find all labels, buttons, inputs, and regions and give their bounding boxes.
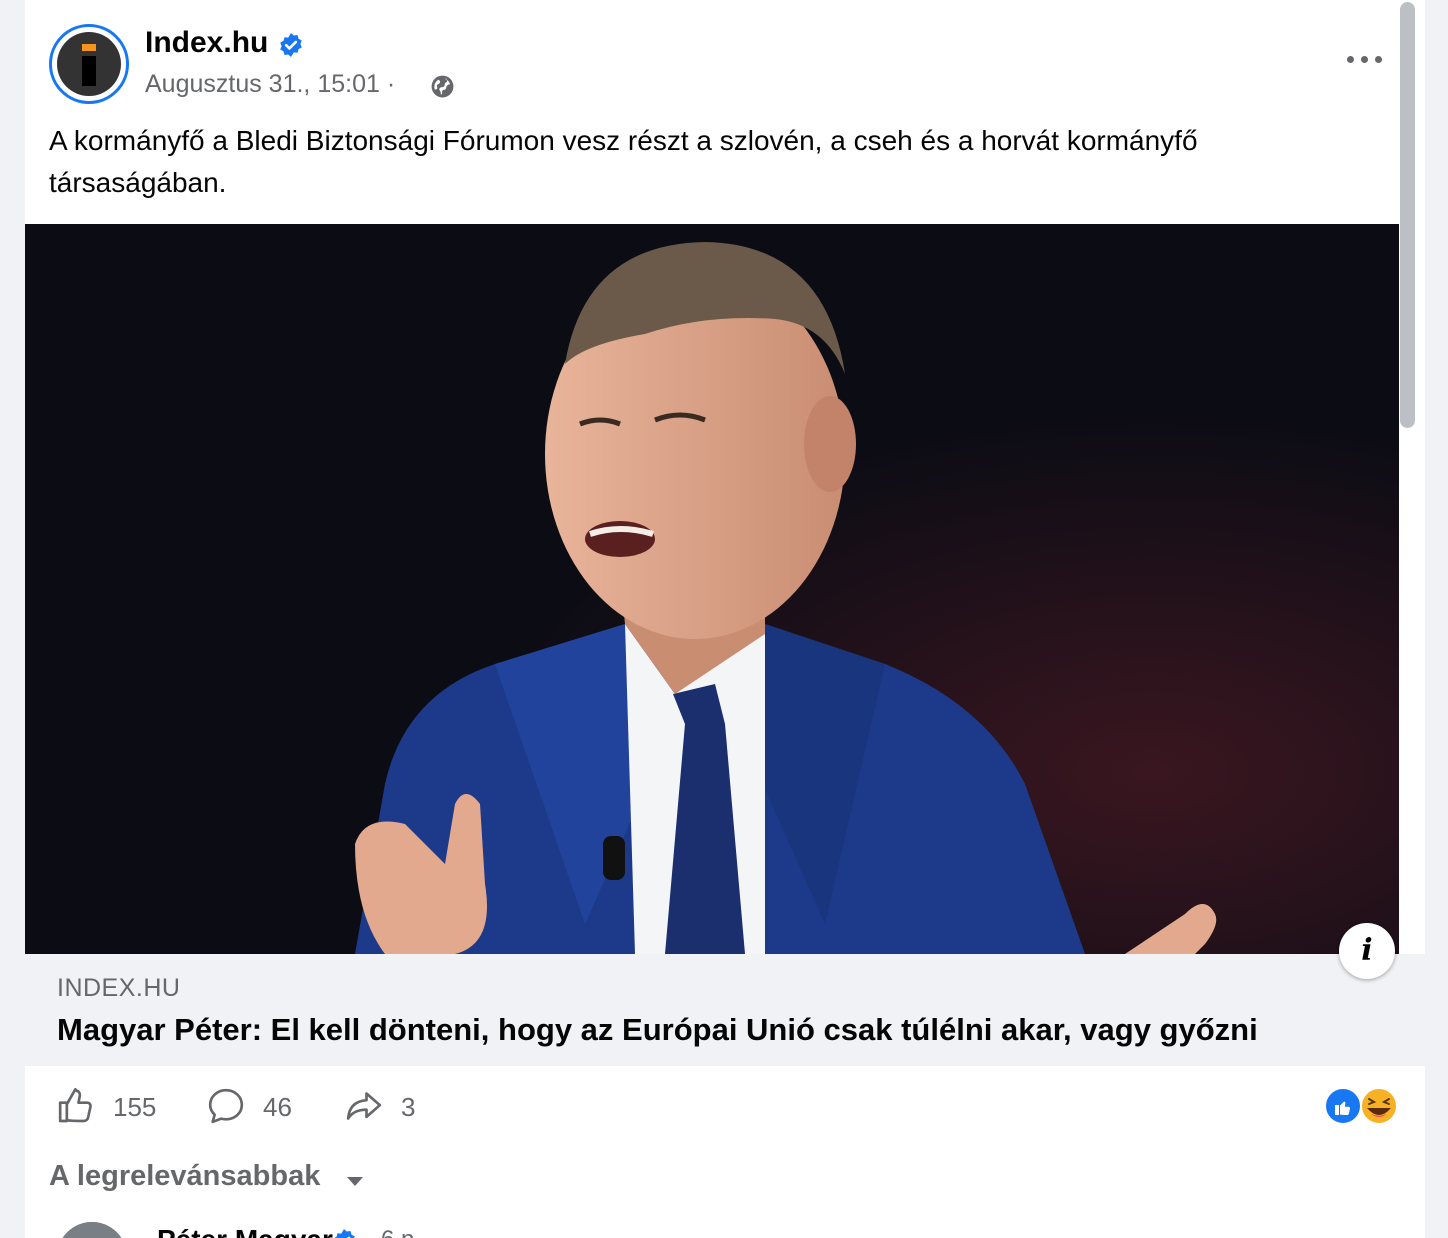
post-header: Index.hu Augusztus 31., 15:01 · xyxy=(25,0,1425,110)
share-count: 3 xyxy=(401,1092,416,1122)
index-logo-icon xyxy=(57,32,121,96)
photo-illustration xyxy=(25,224,1399,954)
commenter-avatar[interactable] xyxy=(57,1222,127,1238)
post-meta: Augusztus 31., 15:01 · xyxy=(145,70,395,99)
verified-badge-icon xyxy=(334,1229,355,1238)
like-count: 155 xyxy=(113,1092,157,1122)
link-title[interactable]: Magyar Péter: El kell dönteni, hogy az E… xyxy=(57,1012,1258,1048)
reaction-summary[interactable] xyxy=(1323,1086,1401,1126)
comment-count: 46 xyxy=(263,1092,292,1122)
comment-sort-dropdown[interactable]: A legrelevánsabbak xyxy=(49,1160,320,1193)
comment-icon xyxy=(208,1088,244,1124)
comment-time[interactable]: 6 n xyxy=(381,1226,414,1238)
comment-button[interactable]: 46 xyxy=(205,1086,315,1126)
verified-badge-icon xyxy=(280,33,302,57)
post-actions: 155 46 3 xyxy=(25,1066,1425,1156)
comment-author[interactable]: Péter Magyar xyxy=(157,1224,333,1238)
link-domain: INDEX.HU xyxy=(57,974,181,1002)
post-photo[interactable] xyxy=(25,224,1399,954)
page-name-link[interactable]: Index.hu xyxy=(145,26,268,60)
post-text: A kormányfő a Bledi Biztonsági Fórumon v… xyxy=(49,125,1198,198)
caret-down-icon[interactable] xyxy=(345,1174,365,1188)
post-timestamp[interactable]: Augusztus 31., 15:01 xyxy=(145,70,380,98)
thumbs-up-icon xyxy=(58,1088,92,1123)
haha-reaction-icon xyxy=(1360,1087,1398,1125)
scrollbar-thumb[interactable] xyxy=(1400,2,1415,428)
link-preview[interactable]: INDEX.HU Magyar Péter: El kell dönteni, … xyxy=(25,954,1425,1066)
like-button[interactable]: 155 xyxy=(55,1086,165,1126)
meta-separator: · xyxy=(379,70,396,98)
like-reaction-icon xyxy=(1324,1087,1362,1125)
page-avatar[interactable] xyxy=(49,24,129,104)
globe-icon[interactable] xyxy=(430,74,455,99)
post-card: Index.hu Augusztus 31., 15:01 · A kormán… xyxy=(25,0,1425,1238)
share-button[interactable]: 3 xyxy=(343,1086,443,1126)
info-icon[interactable]: i xyxy=(1339,923,1395,979)
share-arrow-icon xyxy=(346,1092,382,1120)
more-options-icon[interactable] xyxy=(1345,46,1385,74)
